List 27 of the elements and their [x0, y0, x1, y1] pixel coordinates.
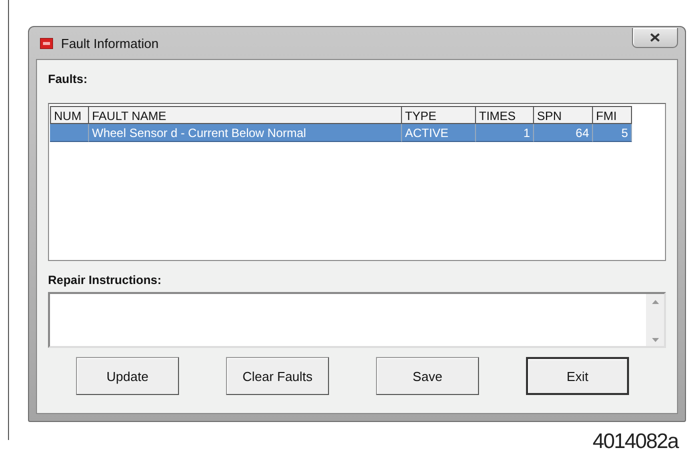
scroll-down-icon	[652, 338, 658, 342]
dialog-button[interactable]: Update	[76, 357, 179, 395]
faults-label: Faults:	[48, 72, 88, 86]
window-title: Fault Information	[61, 36, 159, 50]
table-cell: 1	[476, 124, 534, 142]
app-icon	[40, 38, 53, 48]
repair-instructions-field[interactable]	[48, 292, 666, 348]
column-header[interactable]: FMI	[593, 106, 632, 124]
column-header[interactable]: TYPE	[402, 106, 476, 124]
repair-instructions-label: Repair Instructions:	[48, 273, 162, 287]
column-header[interactable]: NUM	[50, 106, 89, 124]
table-cell: Wheel Sensor d - Current Below Normal	[89, 124, 402, 142]
scroll-up-icon	[652, 300, 658, 304]
dialog-button[interactable]: Clear Faults	[226, 357, 329, 395]
scrollbar[interactable]	[646, 294, 664, 346]
column-header[interactable]: FAULT NAME	[89, 106, 402, 124]
table-cell: 64	[534, 124, 593, 142]
close-icon	[650, 33, 660, 42]
dialog-button[interactable]: Exit	[526, 357, 629, 395]
figure-number: 4014082a	[592, 430, 678, 454]
close-button[interactable]	[632, 28, 678, 48]
column-header[interactable]: SPN	[534, 106, 593, 124]
table-cell: ACTIVE	[402, 124, 476, 142]
table-cell: 5	[593, 124, 632, 142]
dialog-button[interactable]: Save	[376, 357, 479, 395]
table-cell	[50, 124, 89, 142]
column-header[interactable]: TIMES	[476, 106, 534, 124]
